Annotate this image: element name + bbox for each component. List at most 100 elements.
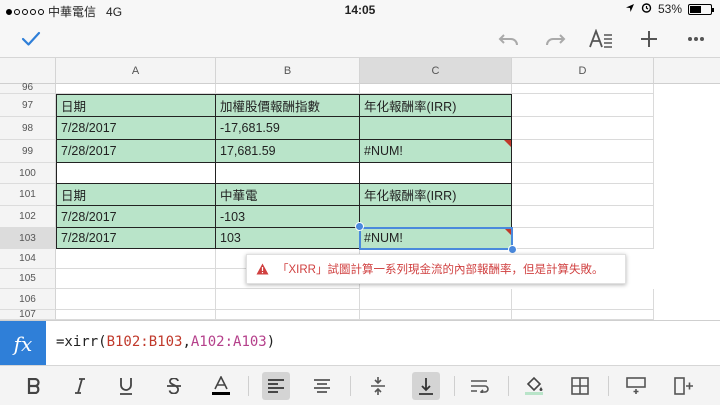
vertical-align-middle-button[interactable]: [364, 372, 392, 400]
italic-icon: [75, 378, 85, 394]
text-color-icon: [212, 376, 230, 395]
select-all-corner[interactable]: [0, 58, 56, 84]
row-header-107[interactable]: 107: [0, 310, 56, 320]
cell-c101[interactable]: 年化報酬率(IRR): [360, 184, 512, 206]
cell-c106[interactable]: [360, 289, 512, 310]
error-indicator-icon[interactable]: [504, 228, 511, 235]
cell-d98[interactable]: [512, 117, 654, 140]
vertical-align-bottom-button[interactable]: [412, 372, 440, 400]
cell-a99[interactable]: 7/28/2017: [56, 140, 216, 163]
cell-c102[interactable]: [360, 206, 512, 228]
row-header-96[interactable]: 96: [0, 83, 56, 94]
cell-b102[interactable]: -103: [216, 206, 360, 228]
row-header-104[interactable]: 104: [0, 249, 56, 269]
column-header-a[interactable]: A: [56, 58, 216, 84]
cell-d96[interactable]: [512, 84, 654, 94]
undo-button[interactable]: [496, 26, 522, 52]
checkmark-icon: [21, 31, 41, 46]
row-header-101[interactable]: 101: [0, 184, 56, 206]
cell-d107[interactable]: [512, 310, 654, 320]
selection-handle-top-left[interactable]: [355, 222, 364, 231]
fill-color-icon: [525, 376, 543, 395]
text-color-button[interactable]: [207, 372, 235, 400]
cell-b101[interactable]: 中華電: [216, 184, 360, 206]
cell-a103[interactable]: 7/28/2017: [56, 228, 216, 249]
cell-a107[interactable]: [56, 310, 216, 320]
bold-button[interactable]: [20, 372, 48, 400]
cell-b96[interactable]: [216, 84, 360, 94]
cell-d102[interactable]: [512, 206, 654, 228]
selection-handle-bottom-right[interactable]: [508, 245, 517, 254]
row-header-98[interactable]: 98: [0, 117, 56, 140]
cell-b103[interactable]: 103: [216, 228, 360, 249]
more-button[interactable]: [683, 26, 709, 52]
strikethrough-icon: [167, 378, 181, 394]
column-header-c[interactable]: C: [360, 58, 512, 84]
italic-button[interactable]: [66, 372, 94, 400]
cell-b107[interactable]: [216, 310, 360, 320]
cell-a96[interactable]: [56, 84, 216, 94]
cell-a97[interactable]: 日期: [56, 94, 216, 117]
status-time: 14:05: [344, 3, 376, 17]
redo-button[interactable]: [542, 26, 568, 52]
row-header-102[interactable]: 102: [0, 206, 56, 228]
cell-c98[interactable]: [360, 117, 512, 140]
function-icon[interactable]: fx: [0, 321, 46, 366]
cell-a104[interactable]: [56, 249, 216, 269]
cell-a106[interactable]: [56, 289, 216, 310]
toolbar-separator: [454, 376, 455, 396]
strikethrough-button[interactable]: [160, 372, 188, 400]
row-header-106[interactable]: 106: [0, 289, 56, 310]
row-header-100[interactable]: 100: [0, 163, 56, 184]
cell-c100[interactable]: [360, 163, 512, 184]
formula-bar[interactable]: fx =xirr(B102:B103,A102:A103): [0, 320, 720, 366]
cell-d100[interactable]: [512, 163, 654, 184]
row-header-105[interactable]: 105: [0, 269, 56, 289]
toolbar-separator: [508, 376, 509, 396]
spreadsheet-grid[interactable]: A B C D 96 97 98 99 100 101 102 103 104 …: [0, 58, 720, 320]
row-header-99[interactable]: 99: [0, 140, 56, 163]
cell-c107[interactable]: [360, 310, 512, 320]
add-button[interactable]: [636, 26, 662, 52]
cell-a100[interactable]: [56, 163, 216, 184]
cell-d106[interactable]: [512, 289, 654, 310]
row-header-97[interactable]: 97: [0, 94, 56, 117]
formula-input[interactable]: =xirr(B102:B103,A102:A103): [56, 334, 275, 350]
cell-b97[interactable]: 加權股價報酬指數: [216, 94, 360, 117]
align-center-button[interactable]: [308, 372, 336, 400]
cell-d103[interactable]: [512, 228, 654, 249]
warning-icon: [247, 263, 277, 275]
cell-d97[interactable]: [512, 94, 654, 117]
underline-button[interactable]: [112, 372, 140, 400]
cell-b100[interactable]: [216, 163, 360, 184]
cell-a98[interactable]: 7/28/2017: [56, 117, 216, 140]
bold-icon: [27, 378, 40, 394]
cell-c103[interactable]: #NUM!: [360, 228, 512, 249]
column-header-b[interactable]: B: [216, 58, 360, 84]
insert-column-button[interactable]: [670, 372, 698, 400]
cell-c96[interactable]: [360, 84, 512, 94]
error-indicator-icon[interactable]: [504, 140, 511, 147]
cell-d99[interactable]: [512, 140, 654, 163]
cell-a101[interactable]: 日期: [56, 184, 216, 206]
text-format-button[interactable]: [588, 26, 614, 52]
insert-row-button[interactable]: [622, 372, 650, 400]
align-left-button[interactable]: [262, 372, 290, 400]
cell-c97[interactable]: 年化報酬率(IRR): [360, 94, 512, 117]
column-header-d[interactable]: D: [512, 58, 654, 84]
row-header-103[interactable]: 103: [0, 228, 56, 249]
text-wrap-button[interactable]: [466, 372, 494, 400]
borders-button[interactable]: [566, 372, 594, 400]
cell-a105[interactable]: [56, 269, 216, 289]
cell-b98[interactable]: -17,681.59: [216, 117, 360, 140]
cell-b106[interactable]: [216, 289, 360, 310]
fill-color-button[interactable]: [520, 372, 548, 400]
cell-c99[interactable]: #NUM!: [360, 140, 512, 163]
cell-a102[interactable]: 7/28/2017: [56, 206, 216, 228]
done-button[interactable]: [18, 26, 44, 52]
column-header-e[interactable]: [654, 58, 720, 84]
error-tooltip-text: 「XIRR」試圖計算一系列現金流的內部報酬率，但是計算失敗。: [277, 264, 604, 276]
cell-b99[interactable]: 17,681.59: [216, 140, 360, 163]
cell-d101[interactable]: [512, 184, 654, 206]
text-wrap-icon: [471, 380, 489, 393]
